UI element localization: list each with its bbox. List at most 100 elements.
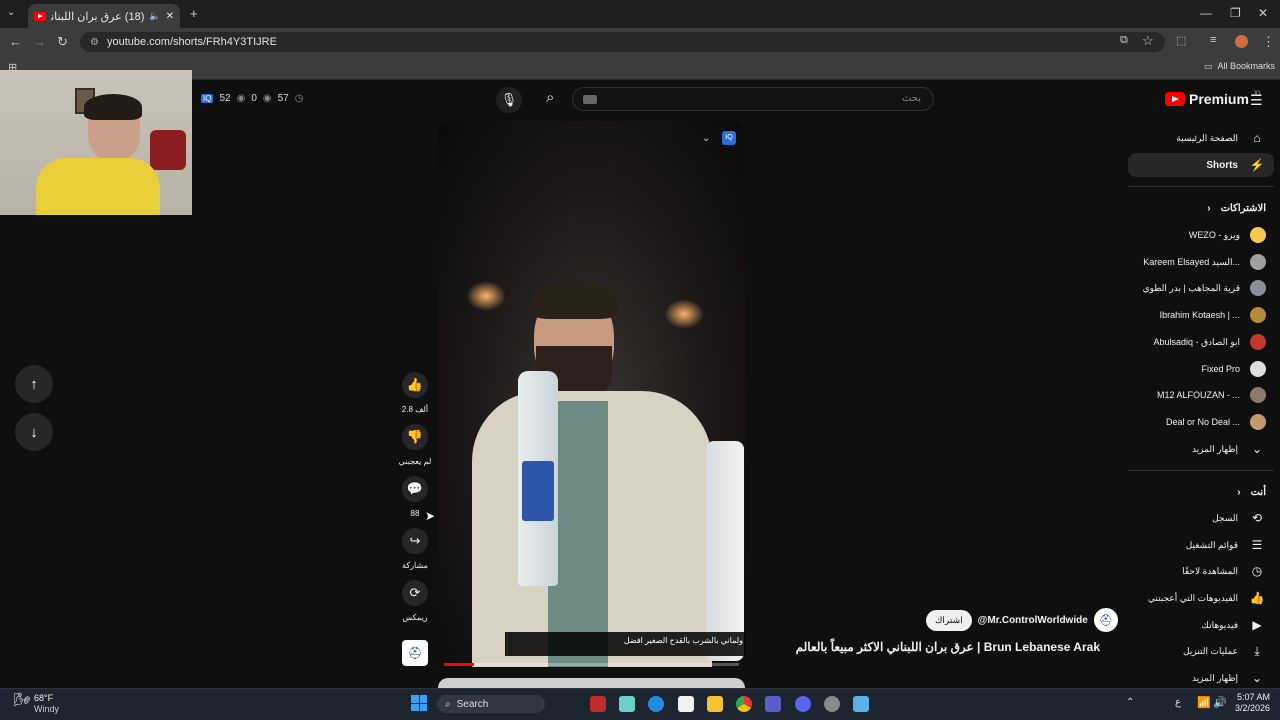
sidebar-item-download[interactable]: عمليات التنزيل ⤓ xyxy=(1128,639,1274,663)
previous-short-button[interactable]: ↑ xyxy=(15,365,53,403)
tab-audio-icon[interactable]: 🔈 xyxy=(149,11,160,22)
sidebar-item-playlists[interactable]: قوائم التشغيل ☰ xyxy=(1128,533,1274,557)
maximize-button[interactable]: ❐ xyxy=(1230,6,1241,20)
cast-icon[interactable]: ⧉ xyxy=(1120,34,1128,47)
search-input[interactable]: بحث xyxy=(572,87,934,111)
start-windows-icon[interactable] xyxy=(411,695,427,711)
extension-overlay-icon[interactable]: IQ xyxy=(722,131,736,145)
thumbs-down-icon: 👎 xyxy=(406,429,424,444)
eye-icon: ◉ xyxy=(262,93,272,104)
taskbar-search[interactable]: ⌕ Search xyxy=(437,695,545,713)
edge-icon[interactable] xyxy=(648,696,664,712)
like-count: 2.8 ألف xyxy=(401,405,429,414)
site-info-icon[interactable]: ⚙ xyxy=(90,37,99,48)
new-tab-button[interactable]: + xyxy=(190,6,198,21)
comments-button[interactable]: 💬 xyxy=(402,476,428,502)
weather-temp: 68°F xyxy=(34,693,54,703)
guide-menu-icon[interactable]: ☰ xyxy=(1250,92,1263,109)
teams-icon[interactable] xyxy=(765,696,781,712)
like-button[interactable]: 👍 xyxy=(402,372,428,398)
you-heading[interactable]: › أنت xyxy=(1128,480,1274,504)
presenter-hair xyxy=(530,281,618,319)
address-bar[interactable]: ⚙ youtube.com/shorts/FRh4Y3TIJRE xyxy=(80,32,1165,52)
tray-chevron-icon[interactable]: ⌃ xyxy=(1126,697,1134,708)
browser-tab[interactable]: (18) عرق بران اللبناني الاكثر... 🔈 ✕ xyxy=(28,4,180,28)
sidebar-item-label: المشاهدة لاحقًا xyxy=(1182,565,1238,576)
bookmarks-bar xyxy=(0,56,1280,80)
media-icon[interactable]: ≡ xyxy=(1210,34,1216,46)
comment-icon: 💬 xyxy=(406,481,424,496)
shorts-icon: ⚡ xyxy=(1249,158,1265,172)
volume-icon[interactable]: 🔊 xyxy=(1213,696,1227,709)
system-clock[interactable]: 5:07 AM 3/2/2026 xyxy=(1234,692,1270,714)
video-title[interactable]: عرق بران اللبناني الاكثر مبيعاً بالعالم … xyxy=(780,640,1100,654)
dislike-button[interactable]: 👎 xyxy=(402,424,428,450)
forward-icon[interactable]: → xyxy=(33,34,46,49)
reload-icon[interactable]: ↻ xyxy=(57,34,68,50)
youtube-premium-logo[interactable]: Premium JO xyxy=(1165,91,1261,107)
sidebar-subscription-item[interactable]: Abulsadiq - ابو الصادق xyxy=(1128,330,1274,354)
sidebar-subscription-item[interactable]: Deal or No Deal ... xyxy=(1128,410,1274,434)
app-icon-3[interactable] xyxy=(853,696,869,712)
settings-app-icon[interactable] xyxy=(824,696,840,712)
sound-thumbnail[interactable]: ⛑ xyxy=(402,640,428,666)
back-icon[interactable]: ← xyxy=(9,34,22,49)
progress-track[interactable] xyxy=(444,663,739,666)
clock-icon: ◷ xyxy=(294,93,304,104)
keyboard-icon[interactable] xyxy=(583,95,597,104)
short-video-player[interactable]: ⌄ IQ xyxy=(438,121,745,667)
app-icon-2[interactable] xyxy=(619,696,635,712)
voice-search-button[interactable]: 🎙 xyxy=(496,87,522,113)
chrome-icon[interactable] xyxy=(736,696,752,712)
sidebar-subscription-item[interactable]: Kareem Elsayed السيد... xyxy=(1128,250,1274,274)
file-icon[interactable] xyxy=(678,696,694,712)
home-icon: ⌂ xyxy=(1253,131,1261,145)
weather-icon[interactable]: 🌬 xyxy=(14,692,31,708)
sidebar-item-like[interactable]: الفيديوهات التي أعجبتني 👍 xyxy=(1128,586,1274,610)
remix-button[interactable]: ⟳ xyxy=(402,580,428,606)
search-icon[interactable]: ⌕ xyxy=(546,89,554,106)
sidebar-subscription-item[interactable]: قرية المجاهب | بدر الطوي xyxy=(1128,276,1274,300)
discord-icon[interactable] xyxy=(795,696,811,712)
sidebar-item-history[interactable]: السجل ⟲ xyxy=(1128,506,1274,530)
next-short-preview[interactable] xyxy=(438,678,745,688)
sidebar-subscription-item[interactable]: WEZO - ويزو xyxy=(1128,223,1274,247)
all-bookmarks[interactable]: ▭ All Bookmarks xyxy=(1204,61,1275,72)
youtube-favicon-icon xyxy=(34,11,46,21)
channel-handle[interactable]: @Mr.ControlWorldwide xyxy=(978,615,1088,626)
tab-search-icon[interactable]: ⌄ xyxy=(7,7,15,18)
arrow-down-icon: ↓ xyxy=(30,423,38,441)
subscription-name: Kareem Elsayed السيد... xyxy=(1143,256,1240,267)
input-language[interactable]: ع xyxy=(1175,697,1181,708)
show-more-subscriptions[interactable]: إظهار المزيد ⌄ xyxy=(1128,437,1274,461)
close-window-button[interactable]: ✕ xyxy=(1258,6,1268,20)
bookmark-star-icon[interactable]: ☆ xyxy=(1142,33,1154,49)
browser-menu-icon[interactable]: ⋮ xyxy=(1262,34,1275,50)
file-explorer-icon[interactable] xyxy=(707,696,723,712)
extensions-icon[interactable]: ⬚ xyxy=(1176,34,1186,47)
next-short-button[interactable]: ↓ xyxy=(15,413,53,451)
subscriptions-heading[interactable]: › الاشتراكات xyxy=(1128,196,1274,220)
sidebar-item-shorts[interactable]: Shorts ⚡ xyxy=(1128,153,1274,177)
profile-avatar[interactable] xyxy=(1235,35,1248,48)
clock-time: 5:07 AM xyxy=(1236,692,1270,702)
channel-avatar xyxy=(1250,280,1266,296)
share-button[interactable]: ↪ xyxy=(402,528,428,554)
sidebar-item-home[interactable]: الصفحة الرئيسية ⌂ xyxy=(1128,126,1274,150)
wifi-icon[interactable]: 📶 xyxy=(1197,696,1211,709)
show-more-you[interactable]: إظهار المزيد ⌄ xyxy=(1128,666,1274,690)
sidebar-subscription-item[interactable]: Ibrahim Kotaesh | ... xyxy=(1128,303,1274,327)
chevron-right-icon: › xyxy=(1237,486,1241,498)
minimize-button[interactable]: — xyxy=(1200,6,1212,20)
chevron-down-icon[interactable]: ⌄ xyxy=(702,133,710,144)
weather-widget[interactable]: 68°F Windy xyxy=(34,693,59,715)
sidebar-subscription-item[interactable]: M12 ALFOUZAN - ... xyxy=(1128,383,1274,407)
sidebar-item-your-videos[interactable]: فيديوهاتك ▶ xyxy=(1128,613,1274,637)
sidebar-item-clock[interactable]: المشاهدة لاحقًا ◷ xyxy=(1128,559,1274,583)
app-icon-1[interactable] xyxy=(590,696,606,712)
tab-close-icon[interactable]: ✕ xyxy=(166,11,174,22)
channel-avatar[interactable]: ⛑ xyxy=(1093,608,1118,632)
sidebar-subscription-item[interactable]: Fixed Pro xyxy=(1128,357,1274,381)
subscribe-button[interactable]: اشتراك xyxy=(926,609,972,631)
subscriptions-heading-label: الاشتراكات xyxy=(1220,202,1266,214)
